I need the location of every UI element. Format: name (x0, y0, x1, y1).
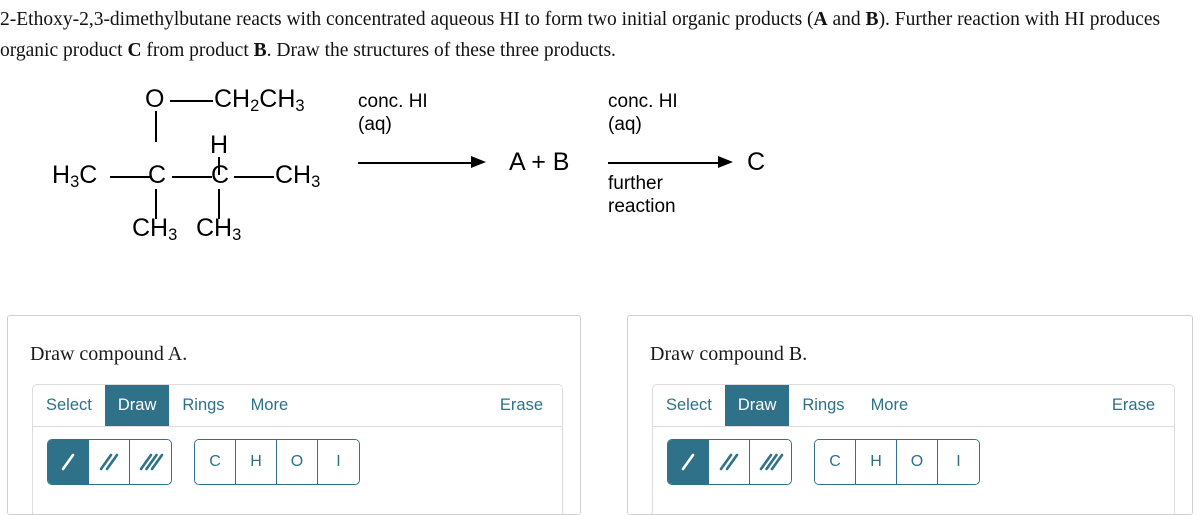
single-bond-button-b[interactable] (668, 440, 709, 484)
answer-card-compound-a: Draw compound A. Select Draw Rings More … (7, 315, 581, 515)
arrow-2-shaft (608, 162, 720, 164)
element-button-c-b[interactable]: C (815, 440, 856, 484)
double-bond-button-a[interactable] (89, 440, 130, 484)
bond-o-to-ethyl (170, 100, 213, 102)
prompt-text-4: from product (141, 40, 254, 61)
single-bond-button-a[interactable] (48, 440, 89, 484)
reactant-carbon-2: C (211, 161, 230, 189)
element-button-h-b[interactable]: H (856, 440, 897, 484)
arrow-2-conditions-above: conc. HI (aq) (608, 91, 678, 135)
element-button-o-a[interactable]: O (277, 440, 318, 484)
arrow-1-shaft (358, 162, 473, 164)
answer-card-compound-b: Draw compound B. Select Draw Rings More … (627, 315, 1193, 515)
prompt-label-b2: B (253, 40, 267, 61)
element-button-c-a[interactable]: C (195, 440, 236, 484)
double-bond-icon (99, 453, 119, 471)
element-button-h-a[interactable]: H (236, 440, 277, 484)
editor-a-erase-button[interactable]: Erase (487, 385, 556, 426)
triple-bond-icon (759, 453, 783, 471)
editor-b-tab-draw[interactable]: Draw (724, 385, 790, 426)
editor-b-erase-button[interactable]: Erase (1099, 385, 1168, 426)
bond-o-to-c1 (155, 111, 157, 142)
editor-a-toolrow: C H O I (33, 427, 562, 485)
editor-b-tab-select[interactable]: Select (653, 385, 725, 426)
reactant-right-methyl: CH3 (275, 161, 321, 191)
card-b-title: Draw compound B. (650, 343, 808, 365)
triple-bond-button-a[interactable] (130, 440, 171, 484)
triple-bond-icon (139, 453, 163, 471)
arrow-1-conditions: conc. HI (aq) (358, 91, 428, 135)
molecule-editor-b[interactable]: Select Draw Rings More Erase C H O I (652, 384, 1175, 514)
reactant-ethyl-group: CH2CH3 (214, 85, 305, 115)
prompt-text-2: and (827, 9, 866, 30)
editor-a-tab-select[interactable]: Select (33, 385, 105, 426)
question-prompt: 2-Ethoxy-2,3-dimethylbutane reacts with … (0, 4, 1175, 66)
element-button-i-a[interactable]: I (318, 440, 359, 484)
molecule-editor-a[interactable]: Select Draw Rings More Erase C H O I (32, 384, 563, 514)
reaction-scheme: O CH2CH3 H H3C C C CH3 CH3 CH3 conc. HI … (0, 84, 1200, 264)
arrow-2-head (718, 156, 733, 168)
reactant-bottom-methyl-left: CH3 (132, 214, 178, 244)
triple-bond-button-b[interactable] (750, 440, 791, 484)
prompt-label-c: C (127, 40, 142, 61)
prompt-label-b: B (865, 9, 879, 30)
editor-b-tab-more[interactable]: More (858, 385, 922, 426)
prompt-text-5: . Draw the structures of these three pro… (266, 40, 616, 61)
bond-c1-to-c2 (172, 176, 212, 178)
editor-b-tabbar: Select Draw Rings More Erase (653, 385, 1174, 427)
editor-a-tab-more[interactable]: More (238, 385, 302, 426)
bond-c2-to-rightmethyl (234, 176, 274, 178)
reactant-carbon-1: C (148, 161, 167, 189)
bond-leftmethyl-to-c1 (110, 176, 151, 178)
reactant-oxygen-atom: O (145, 85, 165, 113)
editor-b-bond-group (667, 439, 792, 485)
reactant-bottom-methyl-right: CH3 (196, 214, 242, 244)
arrow-1-head (471, 156, 486, 168)
double-bond-icon (719, 453, 739, 471)
reactant-hydrogen-atom: H (210, 131, 229, 159)
single-bond-icon (61, 453, 75, 471)
editor-a-bond-group (47, 439, 172, 485)
prompt-text-1: 2-Ethoxy-2,3-dimethylbutane reacts with … (0, 9, 814, 30)
product-c-label: C (747, 148, 766, 176)
editor-b-element-group: C H O I (814, 439, 980, 485)
double-bond-button-b[interactable] (709, 440, 750, 484)
product-ab-label: A + B (509, 148, 570, 176)
editor-a-tab-draw[interactable]: Draw (104, 385, 170, 426)
single-bond-icon (681, 453, 695, 471)
editor-b-tab-rings[interactable]: Rings (789, 385, 857, 426)
reactant-left-methyl: H3C (52, 161, 98, 191)
editor-a-tab-rings[interactable]: Rings (169, 385, 237, 426)
arrow-2-conditions-below: further reaction (608, 173, 676, 217)
editor-b-toolrow: C H O I (653, 427, 1174, 485)
card-a-title: Draw compound A. (30, 343, 188, 365)
editor-a-tabbar: Select Draw Rings More Erase (33, 385, 562, 427)
element-button-o-b[interactable]: O (897, 440, 938, 484)
editor-a-element-group: C H O I (194, 439, 360, 485)
element-button-i-b[interactable]: I (938, 440, 979, 484)
prompt-label-a: A (813, 9, 828, 30)
